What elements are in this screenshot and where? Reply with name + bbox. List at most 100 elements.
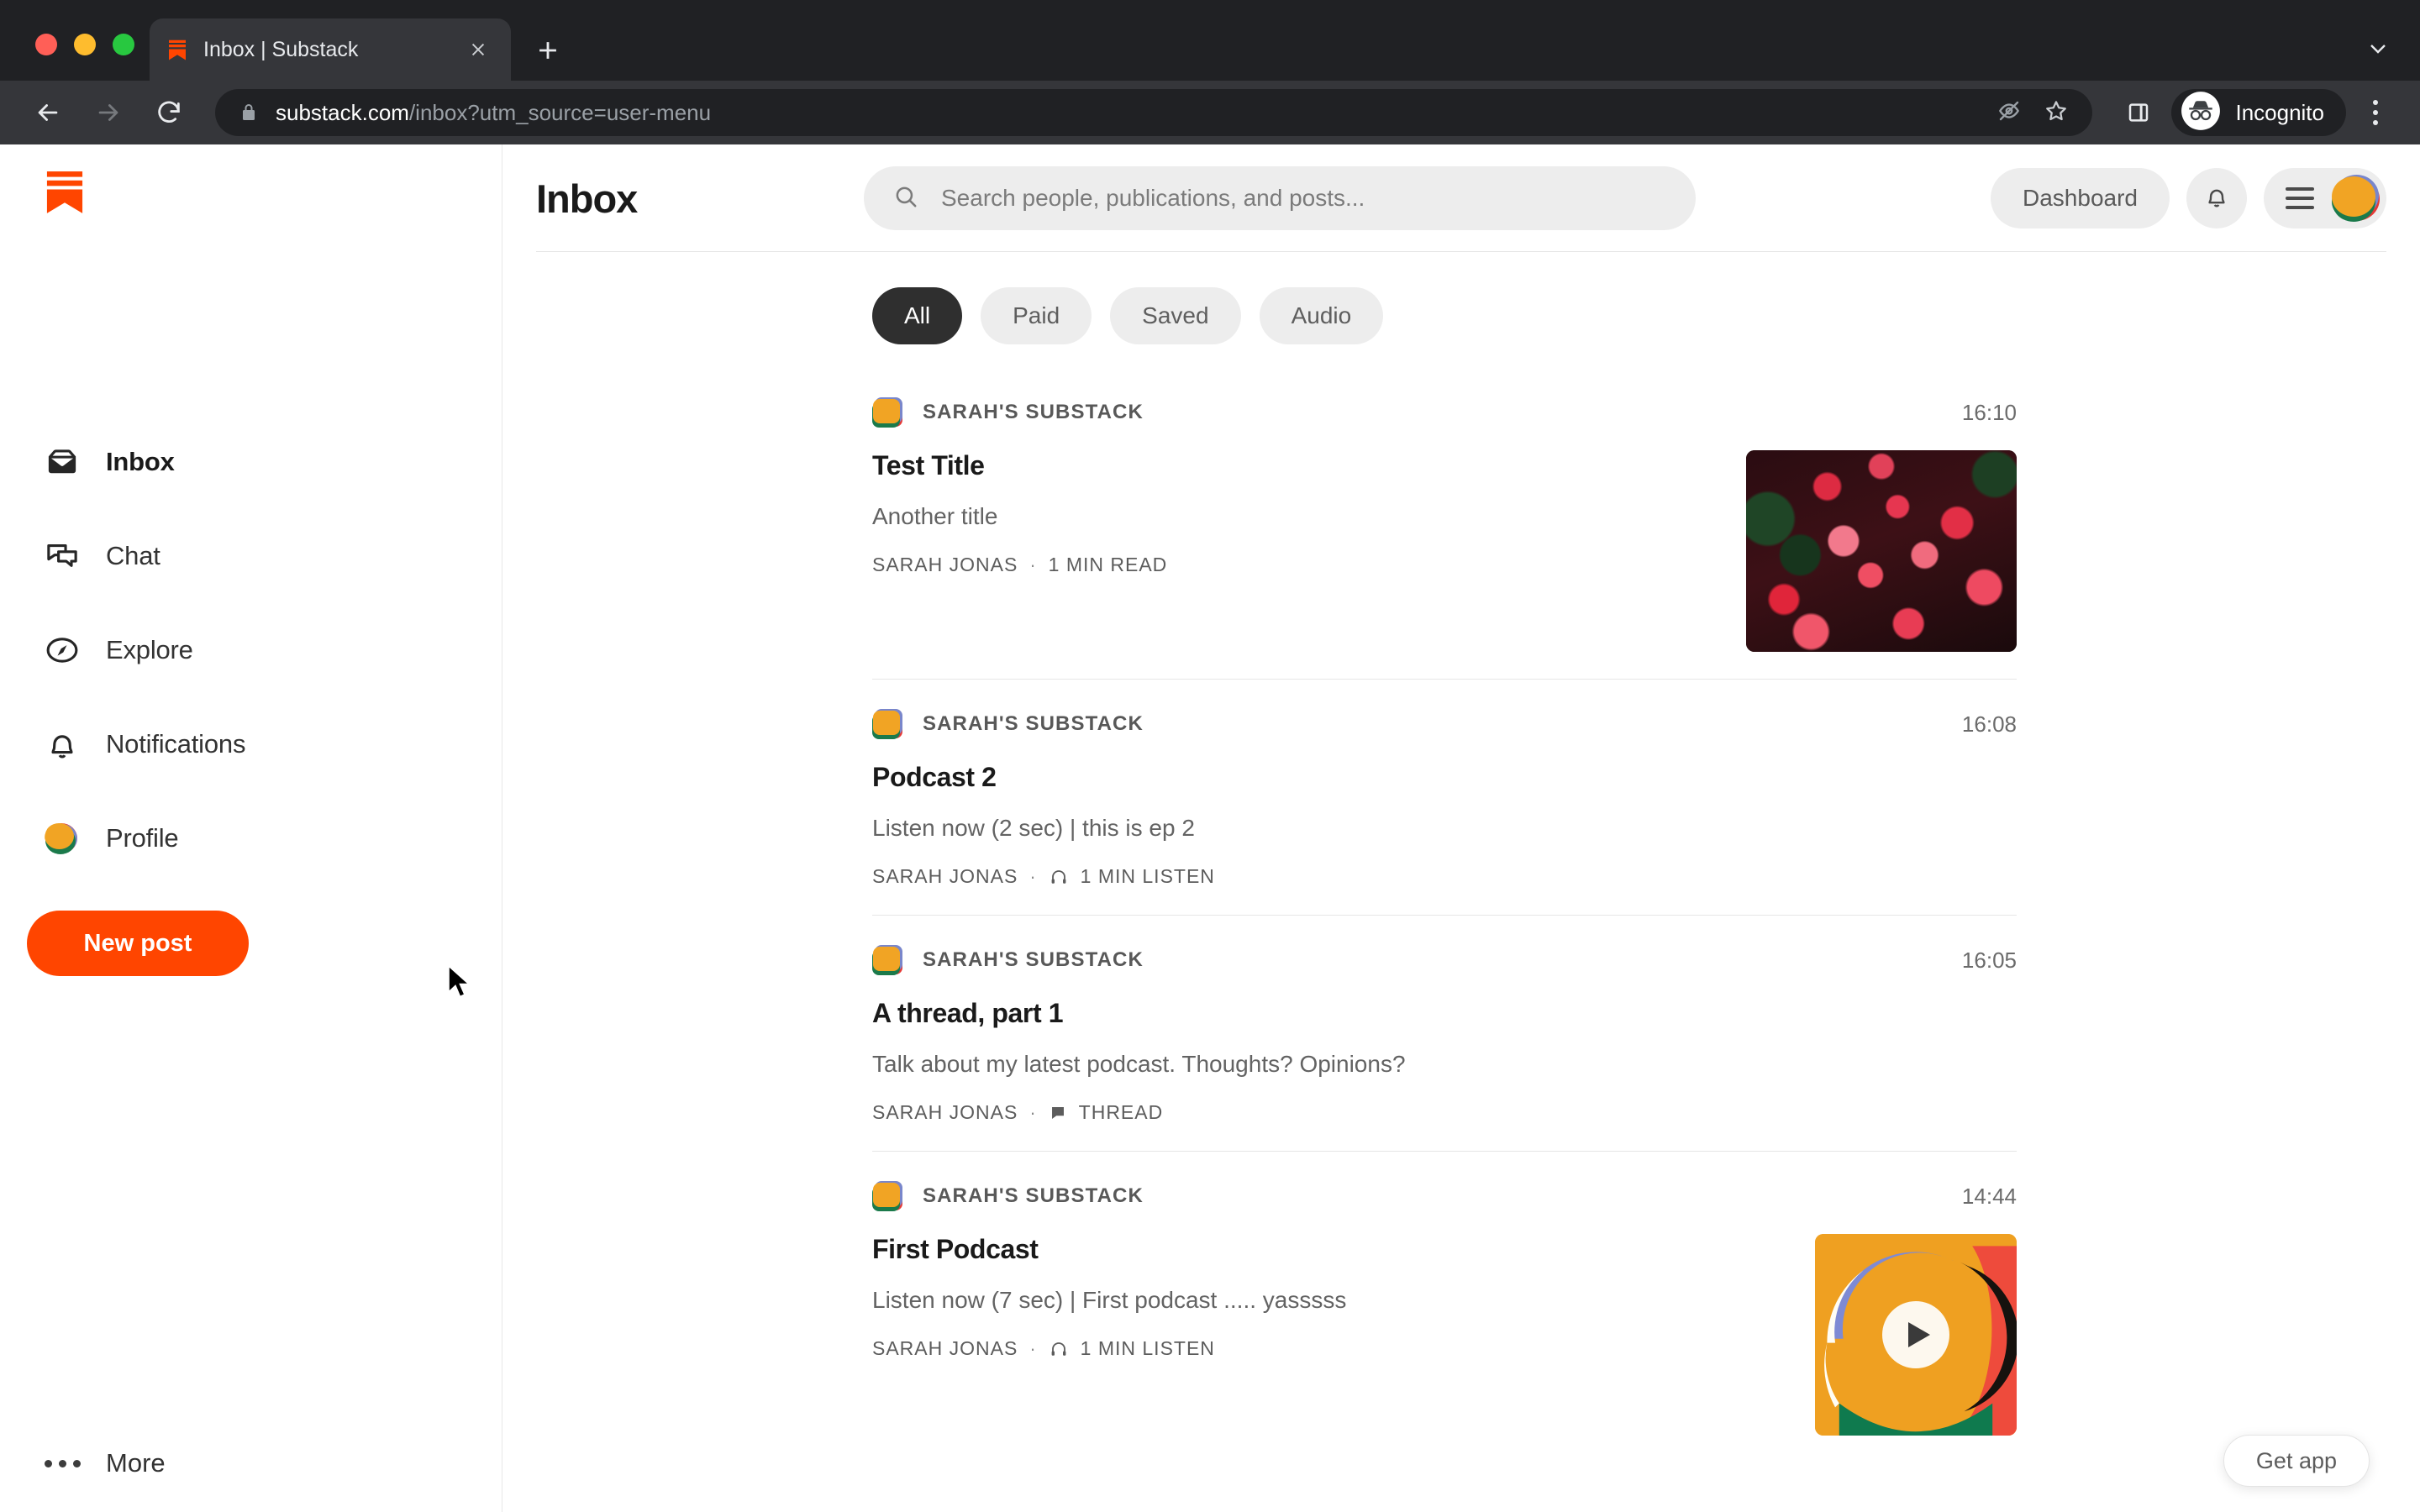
post-title[interactable]: A thread, part 1	[872, 998, 2017, 1029]
reload-icon	[158, 101, 180, 123]
main-header: Inbox Dashboard	[502, 144, 2420, 252]
back-button[interactable]	[22, 87, 74, 139]
filter-chip-saved[interactable]: Saved	[1110, 287, 1241, 344]
side-panel-button[interactable]	[2112, 87, 2165, 139]
sidebar-item-notifications[interactable]: Notifications	[0, 697, 502, 791]
filter-chip-all[interactable]: All	[872, 287, 963, 344]
sidebar-item-explore[interactable]: Explore	[0, 603, 502, 697]
sidebar-item-label: Profile	[106, 823, 179, 853]
post-image	[1746, 450, 2017, 652]
substack-favicon-icon	[165, 37, 190, 62]
post-timestamp: 16:05	[1961, 947, 2017, 973]
post-body: First Podcast Listen now (7 sec) | First…	[872, 1234, 2017, 1436]
sidebar-item-profile[interactable]: Profile	[0, 791, 502, 885]
post-listen-time: 1 MIN LISTEN	[1080, 865, 1215, 887]
search-box[interactable]	[864, 166, 1696, 230]
post-text: Test Title Another title SARAH JONAS · 1…	[872, 450, 1712, 652]
post-timestamp: 16:08	[1961, 711, 2017, 737]
page-title: Inbox	[536, 176, 638, 221]
post-body: Test Title Another title SARAH JONAS · 1…	[872, 450, 2017, 652]
bell-icon	[2202, 181, 2232, 216]
publication-name[interactable]: SARAH'S SUBSTACK	[923, 712, 1144, 736]
sidebar-item-chat[interactable]: Chat	[0, 509, 502, 603]
sidebar-item-inbox[interactable]: Inbox	[0, 415, 502, 509]
get-app-button[interactable]: Get app	[2223, 1435, 2370, 1487]
podcast-cover-play-thumbnail[interactable]	[1815, 1234, 2017, 1436]
post-author: SARAH JONAS	[872, 1337, 1018, 1359]
play-icon	[1908, 1322, 1930, 1347]
minimize-window-button[interactable]	[74, 34, 96, 55]
toolbar-right-actions: Incognito	[2112, 87, 2398, 139]
post-meta: SARAH JONAS · THREAD	[872, 1101, 2017, 1124]
publication-avatar[interactable]	[872, 944, 904, 976]
publication-name[interactable]: SARAH'S SUBSTACK	[923, 1184, 1144, 1208]
address-bar-text: substack.com/inbox?utm_source=user-menu	[276, 100, 711, 126]
headphones-icon	[1049, 1339, 1069, 1359]
forward-button[interactable]	[82, 87, 134, 139]
post-item[interactable]: SARAH'S SUBSTACK 16:05 A thread, part 1 …	[872, 916, 2017, 1152]
post-body: Podcast 2 Listen now (2 sec) | this is e…	[872, 762, 2017, 888]
post-timestamp: 16:10	[1961, 399, 2017, 425]
post-read-time: 1 MIN READ	[1048, 554, 1168, 575]
browser-menu-button[interactable]	[2353, 87, 2398, 139]
side-panel-icon	[2129, 103, 2149, 122]
search-input[interactable]	[941, 185, 1667, 212]
url-domain: substack.com	[276, 99, 409, 125]
close-window-button[interactable]	[35, 34, 57, 55]
kebab-dot	[2373, 100, 2378, 105]
sidebar-item-label: Notifications	[106, 729, 246, 759]
tab-list-button[interactable]	[2365, 35, 2420, 81]
incognito-indicator[interactable]: Incognito	[2171, 89, 2346, 136]
post-meta: SARAH JONAS · 1 MIN LISTEN	[872, 865, 2017, 888]
post-title[interactable]: First Podcast	[872, 1234, 1781, 1265]
meta-separator: ·	[1029, 1101, 1037, 1123]
post-subtitle: Listen now (2 sec) | this is ep 2	[872, 815, 1195, 841]
incognito-label: Incognito	[2235, 99, 2324, 125]
floral-photo-thumbnail[interactable]	[1746, 450, 2017, 652]
main-panel: Inbox Dashboard	[502, 144, 2420, 1512]
post-author: SARAH JONAS	[872, 865, 1018, 887]
close-tab-icon[interactable]	[460, 32, 496, 67]
post-header: SARAH'S SUBSTACK 16:08	[872, 708, 2017, 740]
substack-logo-icon[interactable]	[45, 170, 84, 215]
address-bar[interactable]: substack.com/inbox?utm_source=user-menu	[215, 89, 2093, 136]
page-content: Inbox Chat Explore Notifications Profile…	[0, 144, 2420, 1512]
eye-off-icon[interactable]	[1996, 98, 2022, 128]
url-path: /inbox?utm_source=user-menu	[408, 99, 712, 125]
sidebar-nav: Inbox Chat Explore Notifications Profile	[0, 415, 502, 885]
reload-button[interactable]	[143, 87, 195, 139]
post-item[interactable]: SARAH'S SUBSTACK 16:08 Podcast 2 Listen …	[872, 680, 2017, 916]
post-title[interactable]: Test Title	[872, 450, 1712, 481]
publication-avatar[interactable]	[872, 708, 904, 740]
notifications-button[interactable]	[2186, 168, 2247, 228]
search-icon	[892, 183, 919, 214]
post-item[interactable]: SARAH'S SUBSTACK 16:10 Test Title Anothe…	[872, 368, 2017, 680]
publication-name[interactable]: SARAH'S SUBSTACK	[923, 948, 1144, 972]
filter-chip-audio[interactable]: Audio	[1259, 287, 1384, 344]
publication-avatar[interactable]	[872, 1180, 904, 1212]
bookmark-star-icon[interactable]	[2044, 98, 2069, 128]
sidebar-item-label: Inbox	[106, 447, 175, 476]
meta-separator: ·	[1029, 554, 1037, 575]
post-item[interactable]: SARAH'S SUBSTACK 14:44 First Podcast Lis…	[872, 1152, 2017, 1462]
sidebar-more-button[interactable]: More	[42, 1448, 166, 1478]
new-post-button[interactable]: New post	[27, 911, 249, 976]
post-subtitle: Listen now (7 sec) | First podcast .....…	[872, 1287, 1347, 1313]
new-tab-button[interactable]	[524, 27, 571, 74]
filter-chip-paid[interactable]: Paid	[981, 287, 1092, 344]
browser-tab[interactable]: Inbox | Substack	[150, 18, 511, 81]
post-title[interactable]: Podcast 2	[872, 762, 2017, 793]
publication-name[interactable]: SARAH'S SUBSTACK	[923, 401, 1144, 424]
publication-avatar[interactable]	[872, 396, 904, 428]
sidebar-more-label: More	[106, 1448, 166, 1478]
browser-tab-title: Inbox | Substack	[203, 37, 359, 61]
maximize-window-button[interactable]	[113, 34, 134, 55]
dashboard-button[interactable]: Dashboard	[1991, 168, 2170, 228]
chat-bubbles-icon	[42, 536, 82, 576]
user-menu-button[interactable]	[2264, 168, 2386, 228]
play-button[interactable]	[1882, 1301, 1949, 1368]
meta-separator: ·	[1029, 865, 1037, 887]
post-header: SARAH'S SUBSTACK 16:05	[872, 944, 2017, 976]
post-type-label: THREAD	[1078, 1101, 1164, 1123]
arrow-left-icon	[38, 104, 58, 121]
